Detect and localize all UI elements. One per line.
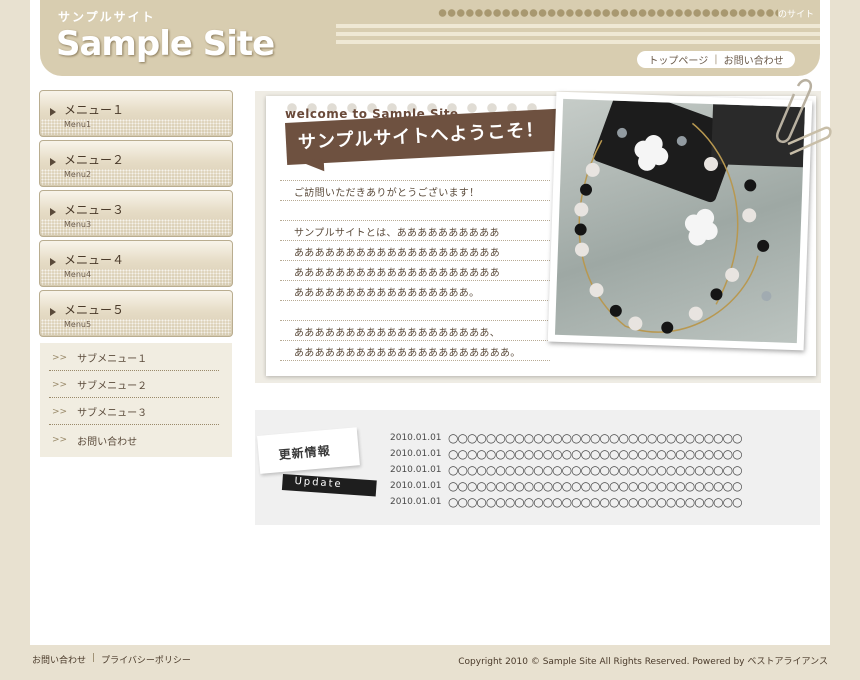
update-item-4[interactable]: 2010.01.01 ○○○○○○○○○○○○○○○○○○○○○○○○○○○○○…: [390, 479, 743, 493]
update-date: 2010.01.01: [390, 433, 442, 443]
welcome-line-2: サンプルサイトとは、ああああああああああ: [294, 228, 500, 239]
menu-sublabel: Menu4: [64, 270, 92, 279]
menu-sublabel: Menu1: [64, 120, 92, 129]
update-date: 2010.01.01: [390, 481, 442, 491]
footer-copyright: Copyright 2010 © Sample Site All Rights …: [458, 657, 828, 667]
top-nav: トップページ | お問い合わせ: [637, 51, 795, 68]
submenu-label: サブメニュー２: [77, 381, 148, 392]
header-tagline: のサイト: [778, 10, 815, 20]
sidebar-menu-5[interactable]: メニュー５ Menu5: [39, 290, 233, 337]
menu-sublabel: Menu3: [64, 220, 92, 229]
nav-link-contact[interactable]: お問い合わせ: [724, 52, 784, 67]
footer-link-contact[interactable]: お問い合わせ: [32, 653, 86, 666]
dotted-rule: [280, 320, 550, 321]
dotted-rule: [280, 340, 550, 341]
triangle-right-icon: [50, 158, 56, 166]
header-stripe: [336, 40, 820, 44]
necklace-image: [554, 98, 806, 344]
menu-label: メニュー１: [64, 103, 125, 117]
dotted-rule: [280, 360, 550, 361]
welcome-line-5: あああああああああああああああああ。: [294, 288, 480, 299]
footer-separator: |: [92, 653, 96, 663]
update-text: ○○○○○○○○○○○○○○○○○○○○○○○○○○○○○○○: [448, 463, 743, 477]
menu-label: メニュー３: [64, 203, 125, 217]
dotted-rule: [280, 280, 550, 281]
dotted-rule: [280, 200, 550, 201]
footer-link-privacy[interactable]: プライバシーポリシー: [101, 653, 191, 666]
dotted-rule: [280, 240, 550, 241]
dotted-rule: [280, 300, 550, 301]
nav-separator: |: [714, 54, 718, 65]
submenu-label: お問い合わせ: [77, 436, 138, 448]
necklace-illustration: [574, 98, 806, 334]
sidebar-menu-1[interactable]: メニュー１ Menu1: [39, 90, 233, 137]
menu-label: メニュー２: [64, 153, 125, 167]
site-logo[interactable]: Sample Site: [56, 24, 275, 64]
update-date: 2010.01.01: [390, 449, 442, 459]
header-dots-decoration: [438, 8, 778, 18]
welcome-heading-jp: サンプルサイトへようこそ！: [297, 119, 545, 154]
double-chevron-icon: >>: [52, 352, 68, 363]
header-stripe: [336, 24, 820, 28]
dotted-rule: [280, 260, 550, 261]
dotted-rule: [280, 180, 550, 181]
sidebar-menu-3[interactable]: メニュー３ Menu3: [39, 190, 233, 237]
welcome-line-6: あああああああああああああああああああ、: [294, 328, 500, 339]
sidebar-menu-4[interactable]: メニュー４ Menu4: [39, 240, 233, 287]
welcome-line-1: ご訪問いただきありがとうございます！: [294, 188, 480, 199]
update-date: 2010.01.01: [390, 497, 442, 507]
header-stripe: [336, 32, 820, 36]
triangle-right-icon: [50, 208, 56, 216]
sidebar-submenu: >> サブメニュー１ >> サブメニュー２ >> サブメニュー３ >> お問い合…: [40, 343, 232, 457]
welcome-line-3: ああああああああああああああああああああ: [294, 248, 500, 259]
submenu-label: サブメニュー１: [77, 354, 148, 365]
dotted-rule: [280, 220, 550, 221]
submenu-item-contact[interactable]: >> お問い合わせ: [49, 427, 219, 453]
update-item-5[interactable]: 2010.01.01 ○○○○○○○○○○○○○○○○○○○○○○○○○○○○○…: [390, 495, 743, 509]
paperclip-icon: [775, 78, 832, 156]
footer-links: お問い合わせ | プライバシーポリシー: [32, 653, 191, 666]
triangle-right-icon: [50, 108, 56, 116]
menu-label: メニュー５: [64, 303, 125, 317]
sidebar-menu-2[interactable]: メニュー２ Menu2: [39, 140, 233, 187]
double-chevron-icon: >>: [52, 406, 68, 417]
update-text: ○○○○○○○○○○○○○○○○○○○○○○○○○○○○○○○: [448, 495, 743, 509]
update-item-1[interactable]: 2010.01.01 ○○○○○○○○○○○○○○○○○○○○○○○○○○○○○…: [390, 431, 743, 445]
welcome-line-7: あああああああああああああああああああああ。: [294, 348, 521, 359]
submenu-item-3[interactable]: >> サブメニュー３: [49, 399, 219, 425]
update-text: ○○○○○○○○○○○○○○○○○○○○○○○○○○○○○○○: [448, 447, 743, 461]
double-chevron-icon: >>: [52, 379, 68, 390]
menu-sublabel: Menu5: [64, 320, 92, 329]
update-item-2[interactable]: 2010.01.01 ○○○○○○○○○○○○○○○○○○○○○○○○○○○○○…: [390, 447, 743, 461]
banner-tail: [297, 159, 325, 173]
double-chevron-icon: >>: [52, 435, 68, 445]
submenu-item-1[interactable]: >> サブメニュー１: [49, 345, 219, 371]
triangle-right-icon: [50, 308, 56, 316]
updates-title-jp: 更新情報: [278, 443, 332, 463]
submenu-label: サブメニュー３: [77, 408, 148, 419]
nav-link-top-page[interactable]: トップページ: [648, 52, 708, 67]
submenu-item-2[interactable]: >> サブメニュー２: [49, 372, 219, 398]
menu-label: メニュー４: [64, 253, 125, 267]
update-date: 2010.01.01: [390, 465, 442, 475]
update-item-3[interactable]: 2010.01.01 ○○○○○○○○○○○○○○○○○○○○○○○○○○○○○…: [390, 463, 743, 477]
triangle-right-icon: [50, 258, 56, 266]
menu-sublabel: Menu2: [64, 170, 92, 179]
update-text: ○○○○○○○○○○○○○○○○○○○○○○○○○○○○○○○: [448, 431, 743, 445]
update-text: ○○○○○○○○○○○○○○○○○○○○○○○○○○○○○○○: [448, 479, 743, 493]
welcome-line-4: ああああああああああああああああああああ: [294, 268, 500, 279]
site-subtitle: サンプルサイト: [58, 10, 156, 24]
updates-title-en: Update: [294, 475, 344, 491]
